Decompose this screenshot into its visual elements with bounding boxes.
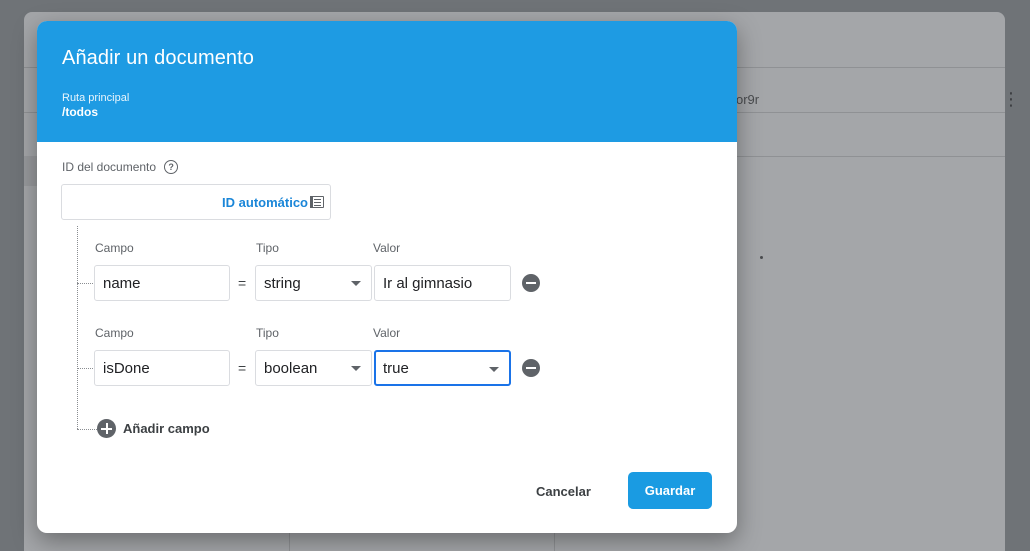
document-id-label: ID del documento ?: [62, 160, 179, 174]
background-selected-row: [24, 156, 38, 186]
field-name-label: Campo: [95, 241, 134, 255]
add-field-label: Añadir campo: [123, 421, 210, 436]
field-type-value: string: [264, 275, 301, 292]
field-value-selected: true: [383, 360, 409, 377]
tree-connector-branch: [77, 429, 97, 430]
field-name-input[interactable]: isDone: [94, 350, 230, 386]
dialog-body: ID del documento ? ID automático Campo T…: [37, 142, 737, 533]
more-vert-icon: ⋮: [1002, 89, 1020, 109]
background-dot: [760, 256, 763, 259]
tree-connector-branch: [77, 283, 95, 284]
auto-id-icon[interactable]: [310, 196, 324, 208]
field-type-label: Tipo: [256, 241, 279, 255]
document-id-label-text: ID del documento: [62, 160, 157, 174]
field-value-select[interactable]: true: [374, 350, 511, 386]
chevron-down-icon: [489, 367, 499, 372]
field-value-input[interactable]: Ir al gimnasio: [374, 265, 511, 301]
auto-id-button[interactable]: ID automático: [222, 195, 308, 210]
field-type-select[interactable]: boolean: [255, 350, 372, 386]
chevron-down-icon: [351, 366, 361, 371]
field-type-label: Tipo: [256, 326, 279, 340]
field-value-label: Valor: [373, 241, 401, 255]
parent-path-label: Ruta principal: [62, 92, 130, 104]
tree-connector-branch: [77, 368, 95, 369]
remove-field-icon[interactable]: [522, 274, 540, 292]
add-document-dialog: Añadir un documento Ruta principal /todo…: [37, 21, 737, 533]
background-document-id: or9r: [736, 92, 760, 107]
equals-sign: =: [238, 360, 247, 376]
dialog-header: Añadir un documento Ruta principal /todo…: [37, 21, 737, 142]
save-button[interactable]: Guardar: [628, 472, 712, 509]
add-circle-icon: [97, 419, 116, 438]
help-icon[interactable]: ?: [164, 160, 179, 174]
remove-field-icon[interactable]: [522, 359, 540, 377]
field-name-input[interactable]: name: [94, 265, 230, 301]
document-id-input[interactable]: ID automático: [61, 184, 331, 220]
cancel-button[interactable]: Cancelar: [532, 482, 595, 501]
field-type-value: boolean: [264, 360, 318, 377]
add-field-button[interactable]: Añadir campo: [97, 419, 210, 438]
tree-connector: [77, 226, 78, 429]
chevron-down-icon: [351, 281, 361, 286]
field-type-select[interactable]: string: [255, 265, 372, 301]
field-name-label: Campo: [95, 326, 134, 340]
parent-path-value: /todos: [62, 105, 98, 119]
dialog-title: Añadir un documento: [62, 47, 255, 69]
equals-sign: =: [238, 275, 247, 291]
field-value-label: Valor: [373, 326, 401, 340]
